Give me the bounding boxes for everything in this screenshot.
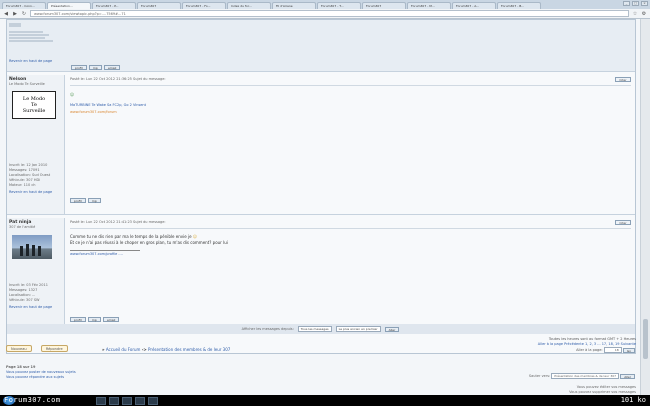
back-to-top-link[interactable]: Revenir en haut de page <box>9 59 65 64</box>
back-to-top-link[interactable]: Revenir en haut de page <box>9 190 62 195</box>
pm-button[interactable]: mp <box>87 197 101 203</box>
app-icon[interactable] <box>148 396 158 405</box>
browser-tab-bar: Forum307 - Conn... Présentation... Forum… <box>0 0 650 9</box>
browser-tab[interactable]: Fil d'Ariane <box>272 2 316 9</box>
maximize-icon[interactable]: □ <box>632 1 639 6</box>
previous-post-info <box>9 23 65 59</box>
back-to-top-link[interactable]: Revenir en haut de page <box>9 305 62 310</box>
browser-tab[interactable]: Forum307 - A... <box>452 2 496 9</box>
window-controls: _ □ × <box>623 1 648 6</box>
goto-page: Aller à la page: 18 Go <box>538 347 636 353</box>
browser-tab[interactable]: Forum307 - Conn... <box>2 2 46 9</box>
profile-button[interactable]: profil <box>70 197 86 203</box>
goto-page-input[interactable]: 18 <box>603 347 622 353</box>
pm-button[interactable]: mp <box>88 64 102 70</box>
browser-tab[interactable]: Forum307 - P... <box>92 2 136 9</box>
avatar: Le Modo Te Surveille <box>12 91 56 119</box>
display-label: Afficher les messages depuis: <box>241 326 294 331</box>
author-rank: Le Modo Te Surveille <box>9 82 45 86</box>
signature-link[interactable]: www.forum307.com/profile .... <box>70 252 631 256</box>
avatar <box>12 235 52 259</box>
explorer-icon[interactable] <box>96 396 106 405</box>
back-icon[interactable]: ◀ <box>3 11 9 17</box>
go-button[interactable]: Aller <box>384 326 400 332</box>
breadcrumb-home[interactable]: Accueil du Forum <box>106 347 141 352</box>
email-button[interactable]: email <box>103 316 120 322</box>
jump-box: Sauter vers: Présentation des membres & … <box>529 373 636 379</box>
watermark: Forum307.com <box>4 396 61 404</box>
browser-tab[interactable]: Forum307 <box>137 2 181 9</box>
speed-readout: 101 ko <box>620 396 646 404</box>
post-nelson: Nelson Le Modo Te Surveille Le Modo Te S… <box>7 75 635 215</box>
author-rank: 307 de l'amitié <box>9 225 36 229</box>
address-bar: ◀ ▶ ↻ www.forum307.com/viewtopic.php?p=.… <box>0 9 650 19</box>
url-input[interactable]: www.forum307.com/viewtopic.php?p=....756… <box>30 10 629 17</box>
browser-tab[interactable]: Forum307 - B... <box>497 2 541 9</box>
quote-button[interactable]: Citer <box>615 77 631 82</box>
permissions-right: Vous pouvez éditer vos messages Vous pou… <box>569 385 636 394</box>
browser-tab[interactable]: Forum307 - T... <box>317 2 361 9</box>
display-options-bar: Afficher les messages depuis: Tous les m… <box>7 324 635 334</box>
order-select[interactable]: Le plus ancien en premier <box>335 326 381 332</box>
new-topic-button[interactable]: Nouveau <box>6 345 32 352</box>
forward-icon[interactable]: ▶ <box>12 11 18 17</box>
post-body: Posté le: Lun 22 Oct 2012 21:36:25 Sujet… <box>66 75 635 214</box>
profile-button[interactable]: profil <box>71 64 87 70</box>
pagination: Toutes les heures sont au format GMT + 2… <box>538 337 636 353</box>
star-icon[interactable]: ☆ <box>632 11 638 17</box>
author-panel: Pat ninja 307 de l'amitié Inscrit le: 03… <box>7 218 65 325</box>
page-scrollbar[interactable] <box>640 19 650 395</box>
browser-tab-active[interactable]: Présentation... <box>47 2 91 9</box>
smiley-icon: ☺ <box>70 92 75 97</box>
author-info: Inscrit le: 03 Fév 2011 Messages: 1327 L… <box>9 283 48 302</box>
days-select[interactable]: Tous les messages <box>297 326 332 332</box>
pm-button[interactable]: mp <box>87 316 101 322</box>
scrollbar-thumb[interactable] <box>643 319 648 359</box>
jump-button[interactable]: Aller <box>620 373 635 379</box>
reload-icon[interactable]: ↻ <box>21 11 27 17</box>
reply-button[interactable]: Répondre <box>40 345 68 352</box>
breadcrumb: » Accueil du Forum -> Présentation des m… <box>102 347 231 352</box>
email-button[interactable]: email <box>104 64 121 70</box>
minimize-icon[interactable]: _ <box>623 1 630 6</box>
taskbar <box>0 395 650 406</box>
author-panel: Nelson Le Modo Te Surveille Le Modo Te S… <box>7 75 65 214</box>
quote-button[interactable]: Citer <box>615 220 631 225</box>
topic-table: Revenir en haut de page profil mp email … <box>6 19 636 354</box>
browser-tab[interactable]: Forum307 <box>362 2 406 9</box>
post-pat-ninja: Pat ninja 307 de l'amitié Inscrit le: 03… <box>7 218 635 326</box>
smiley-icon: ☺ <box>192 234 197 239</box>
goto-page-button[interactable]: Go <box>622 347 635 353</box>
previous-post-fragment: Revenir en haut de page profil mp email <box>7 20 635 72</box>
close-icon[interactable]: × <box>641 1 648 6</box>
browser-icon[interactable] <box>109 396 119 405</box>
jump-select[interactable]: Présentation des membres & de leur 307 <box>551 373 620 379</box>
permission-line: Vous pouvez répondre aux sujets <box>6 375 65 379</box>
post-meta: Posté le: Lun 22 Oct 2012 21:36:25 Sujet… <box>70 77 166 81</box>
browser-tab[interactable]: Forum307 - Fo... <box>182 2 226 9</box>
chrome-icon[interactable] <box>135 396 145 405</box>
signature-url[interactable]: www.forum307.com/forum <box>70 110 631 114</box>
media-icon[interactable] <box>122 396 132 405</box>
author-info: Inscrit le: 12 Jan 2010 Messages: 17091 … <box>9 163 51 187</box>
profile-button[interactable]: profil <box>70 316 86 322</box>
post-message: Comme tu ne dis rien par ma le temps de … <box>70 234 228 245</box>
post-meta: Posté le: Lun 22 Oct 2012 21:41:23 Sujet… <box>70 220 166 224</box>
post-body: Posté le: Lun 22 Oct 2012 21:41:23 Sujet… <box>66 218 635 325</box>
page-content: Revenir en haut de page profil mp email … <box>0 19 650 395</box>
page-count: Page 18 sur 19 Vous pouvez poster de nou… <box>6 365 76 379</box>
wrench-icon[interactable]: ⚙ <box>641 11 647 17</box>
browser-tab[interactable]: Index du for... <box>227 2 271 9</box>
breadcrumb-section[interactable]: Présentation des membres & de leur 307 <box>148 347 230 352</box>
browser-tab[interactable]: Forum307 - M... <box>407 2 451 9</box>
